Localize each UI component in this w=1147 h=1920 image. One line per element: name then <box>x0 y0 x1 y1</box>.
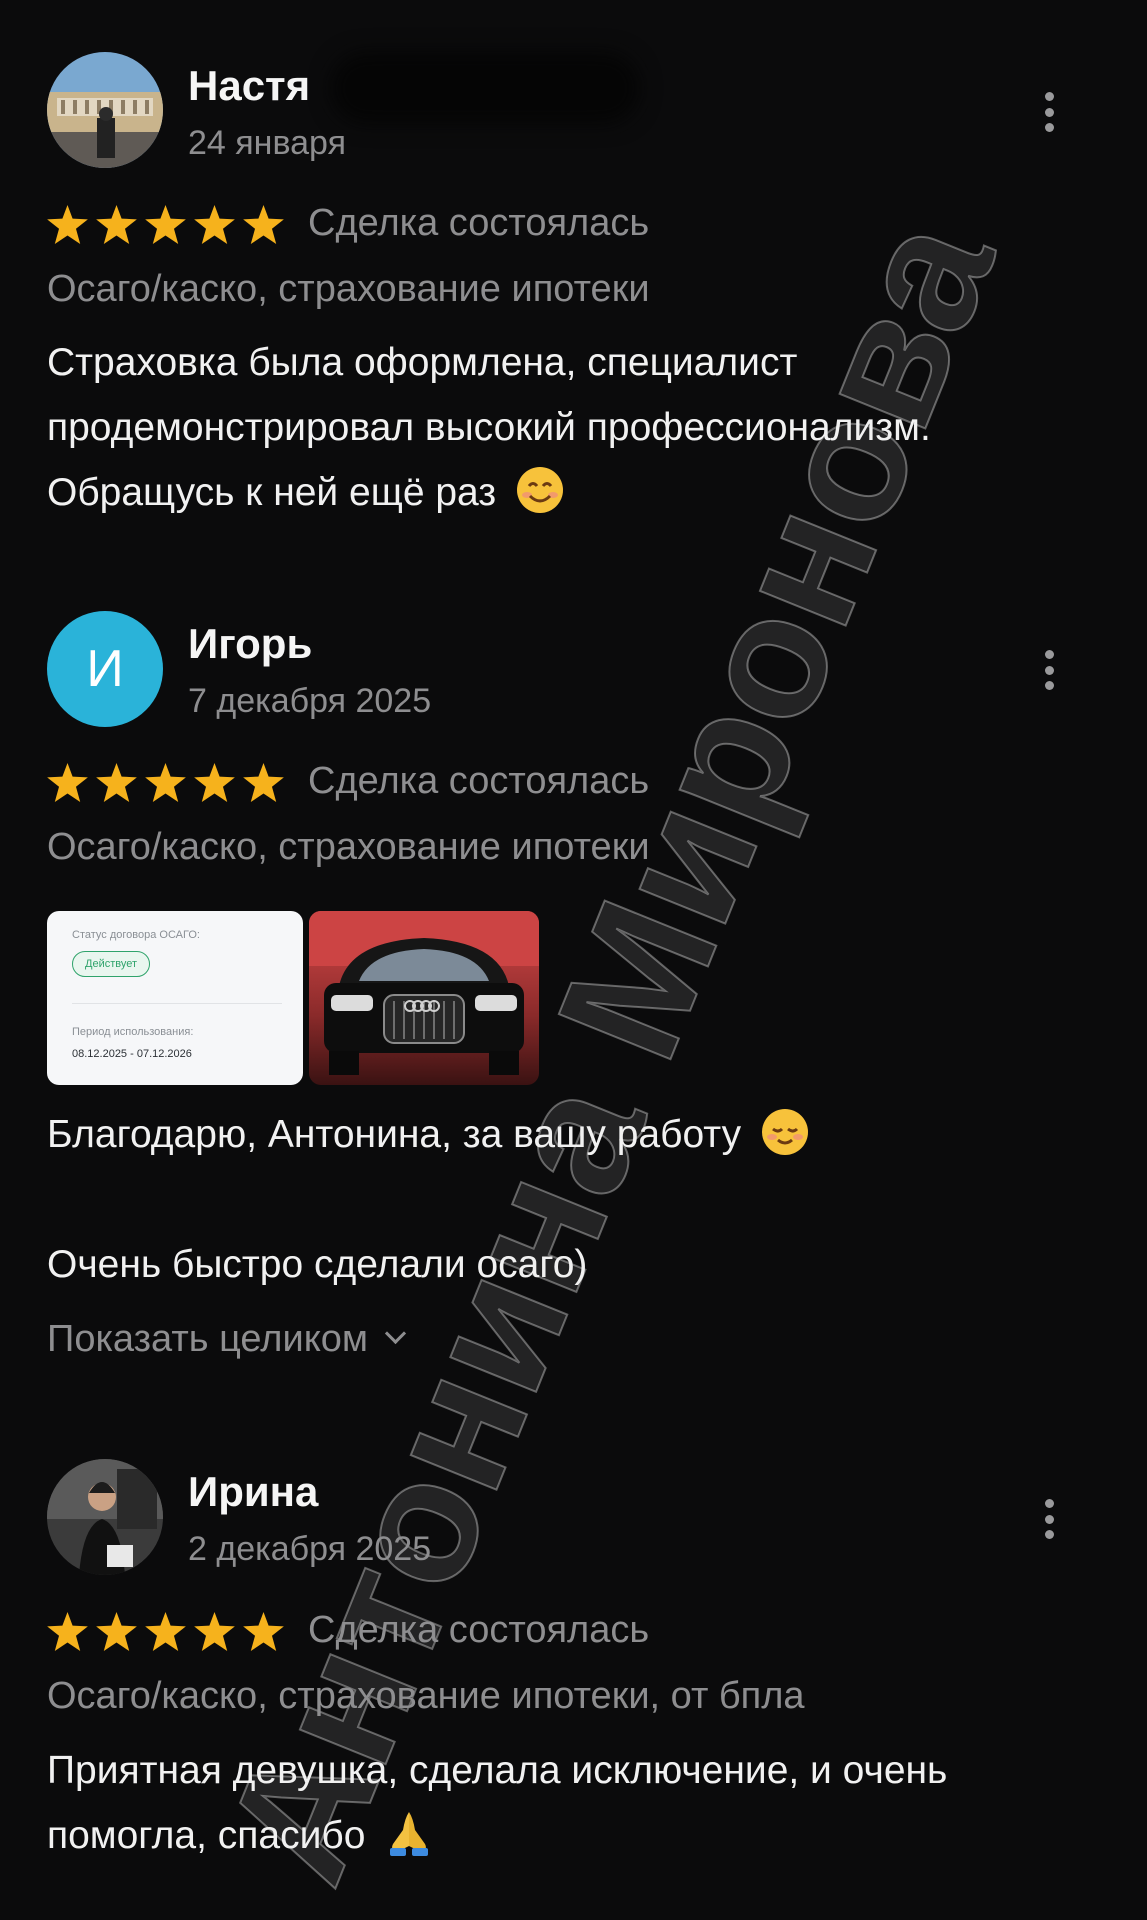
star-icon <box>145 763 186 802</box>
review-text: Благодарю, Антонина, за вашу работу <box>47 1102 1107 1167</box>
dot-icon <box>1044 123 1054 132</box>
avatar-letter: И <box>86 640 124 698</box>
star-icon <box>47 205 88 244</box>
review-text-body: Приятная девушка, сделала исключение, и … <box>47 1749 948 1857</box>
deal-status: Сделка состоялась <box>308 760 650 802</box>
period-value: 08.12.2025 - 07.12.2026 <box>72 1048 192 1060</box>
dot-icon <box>1044 1514 1054 1524</box>
stadium-photo-icon <box>47 52 163 168</box>
dot-icon <box>1044 1530 1054 1539</box>
more-options-button[interactable] <box>1030 82 1068 142</box>
avatar[interactable] <box>47 1459 163 1575</box>
doc-status-label: Статус договора ОСАГО: <box>72 929 200 941</box>
review-date: 2 декабря 2025 <box>188 1530 432 1568</box>
insurance-document-thumbnail[interactable]: Статус договора ОСАГО: Действует Период … <box>47 911 303 1085</box>
car-photo-icon <box>309 911 539 1085</box>
review-text-line: Благодарю, Антонина, за вашу работу <box>47 1113 742 1156</box>
rating-stars <box>47 1612 284 1651</box>
review-date: 24 января <box>188 124 346 162</box>
star-icon <box>243 763 284 802</box>
star-icon <box>194 1612 235 1651</box>
folded-hands-emoji-icon <box>390 1812 429 1856</box>
star-icon <box>243 1612 284 1651</box>
star-icon <box>145 205 186 244</box>
dot-icon <box>1044 107 1054 117</box>
star-icon <box>96 763 137 802</box>
divider <box>72 1003 282 1004</box>
review-text: Очень быстро сделали осаго) <box>47 1243 588 1286</box>
star-icon <box>194 205 235 244</box>
review-category: Осаго/каско, страхование ипотеки <box>47 268 650 310</box>
more-options-button[interactable] <box>1030 640 1068 700</box>
rating-stars <box>47 205 284 244</box>
dot-icon <box>1044 665 1054 675</box>
review-category: Осаго/каско, страхование ипотеки, от бпл… <box>47 1675 805 1717</box>
dot-icon <box>1044 650 1054 659</box>
star-icon <box>243 205 284 244</box>
blushing-smile-emoji-icon <box>761 1109 808 1155</box>
dot-icon <box>1044 92 1054 101</box>
reviewer-name: Ирина <box>188 1468 319 1515</box>
avatar[interactable] <box>47 52 163 168</box>
reviewer-name: Настя <box>188 62 311 109</box>
smiling-face-emoji-icon <box>517 467 564 513</box>
more-options-button[interactable] <box>1030 1489 1068 1549</box>
show-more-label: Показать целиком <box>47 1318 369 1360</box>
deal-status: Сделка состоялась <box>308 202 650 244</box>
reviewer-name: Игорь <box>188 620 313 667</box>
show-full-review-button[interactable]: Показать целиком <box>47 1318 407 1361</box>
star-icon <box>145 1612 186 1651</box>
star-icon <box>47 1612 88 1651</box>
rating-stars <box>47 763 284 802</box>
status-badge: Действует <box>72 951 151 977</box>
review-text-body: Страховка была оформлена, специалист про… <box>47 341 931 514</box>
review-text: Страховка была оформлена, специалист про… <box>47 330 1097 525</box>
period-label: Период использования: <box>72 1026 194 1038</box>
star-icon <box>47 763 88 802</box>
review-category: Осаго/каско, страхование ипотеки <box>47 826 650 868</box>
star-icon <box>96 1612 137 1651</box>
star-icon <box>96 205 137 244</box>
dot-icon <box>1044 681 1054 690</box>
person-photo-icon <box>47 1459 163 1575</box>
car-photo-thumbnail[interactable] <box>309 911 539 1085</box>
chevron-down-icon <box>384 1322 407 1345</box>
dot-icon <box>1044 1499 1054 1508</box>
attachments: Статус договора ОСАГО: Действует Период … <box>47 911 547 1085</box>
star-icon <box>194 763 235 802</box>
review-text: Приятная девушка, сделала исключение, и … <box>47 1738 1107 1868</box>
name-blur <box>330 52 640 124</box>
deal-status: Сделка состоялась <box>308 1609 650 1651</box>
review-date: 7 декабря 2025 <box>188 682 432 720</box>
avatar[interactable]: И <box>47 611 163 727</box>
